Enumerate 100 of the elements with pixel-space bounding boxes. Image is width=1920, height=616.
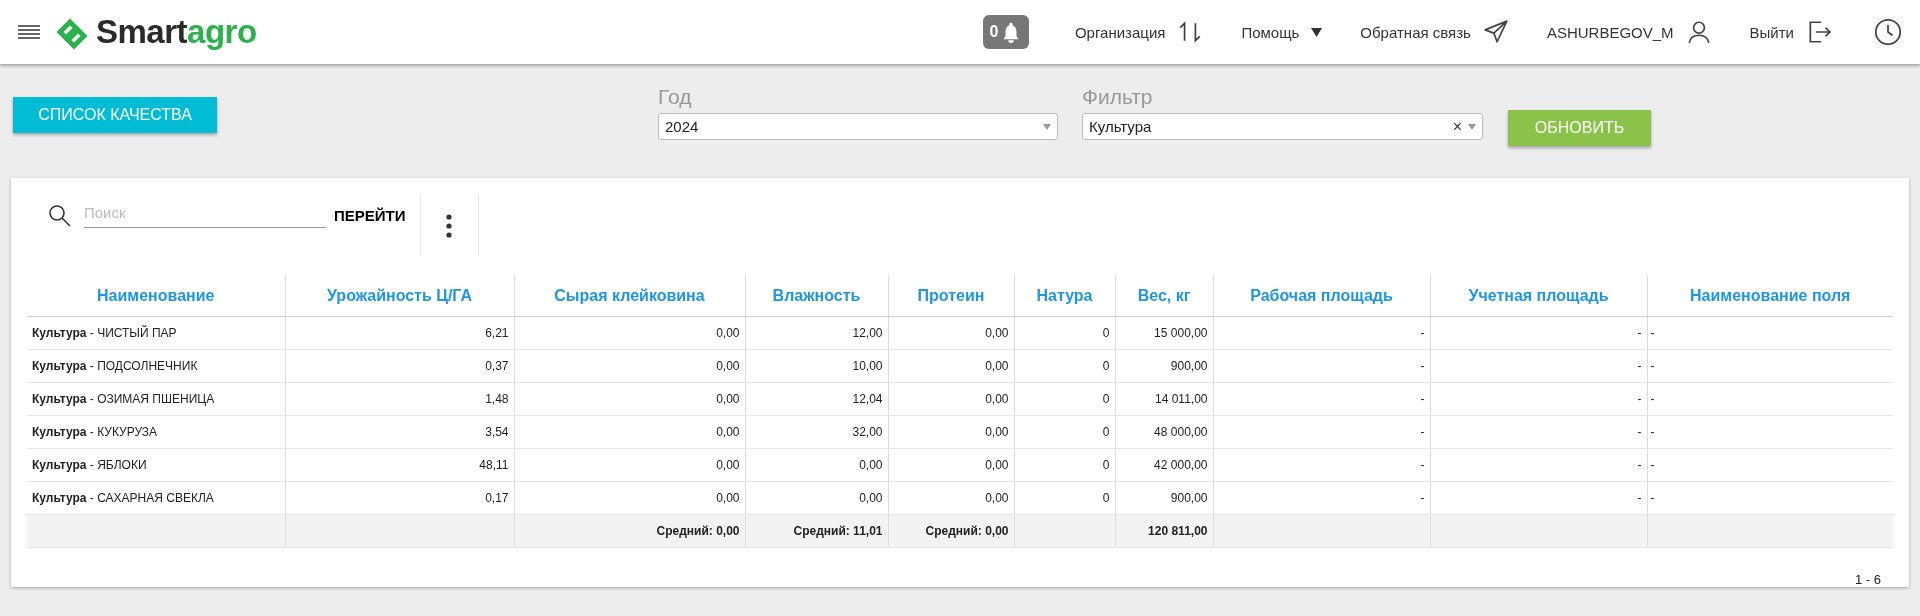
- table-cell: -: [1430, 316, 1647, 350]
- table-cell: Культура - ЯБЛОКИ: [27, 448, 285, 482]
- column-header[interactable]: Натура: [1014, 275, 1115, 317]
- field-label: Фильтр: [1082, 85, 1154, 110]
- table-cell: 1,48: [285, 382, 514, 416]
- total-cell: 120 811,00: [1115, 514, 1213, 548]
- table-cell: -: [1430, 448, 1647, 482]
- column-header[interactable]: Рабочая площадь: [1213, 275, 1430, 317]
- column-header[interactable]: Протеин: [888, 275, 1014, 317]
- table-cell: 42 000,00: [1115, 448, 1213, 482]
- table-cell: 0,00: [888, 481, 1014, 515]
- filter-select[interactable]: Культура ×: [1082, 113, 1483, 140]
- table-cell: 0,00: [745, 481, 888, 515]
- table-cell: 0,00: [888, 316, 1014, 350]
- table-cell: 0: [1014, 316, 1115, 350]
- table-cell: Культура - ОЗИМАЯ ПШЕНИЦА: [27, 382, 285, 416]
- quality-list-button[interactable]: СПИСОК КАЧЕСТВА: [13, 97, 217, 133]
- table-cell: -: [1647, 382, 1893, 416]
- table-cell: 15 000,00: [1115, 316, 1213, 350]
- exit-icon: [1806, 19, 1832, 45]
- table-cell: 0,00: [514, 448, 745, 482]
- nav-link[interactable]: Выйти: [1749, 23, 1794, 41]
- table-cell: 32,00: [745, 415, 888, 449]
- table-cell: -: [1430, 382, 1647, 416]
- table-cell: -: [1213, 316, 1430, 350]
- table-cell: -: [1647, 448, 1893, 482]
- table-cell: -: [1647, 349, 1893, 383]
- nav-link[interactable]: ASHURBEGOV_M: [1546, 23, 1674, 41]
- table-cell: Культура - ЧИСТЫЙ ПАР: [27, 316, 285, 350]
- table-cell: 12,04: [745, 382, 888, 416]
- table-cell: -: [1647, 415, 1893, 449]
- caret-icon: [1043, 123, 1051, 130]
- table-cell: -: [1213, 382, 1430, 416]
- table-cell: Культура - ПОДСОЛНЕЧНИК: [27, 349, 285, 383]
- table-cell: -: [1213, 349, 1430, 383]
- nav-link[interactable]: Помощь: [1241, 23, 1300, 41]
- pagination-range: 1 - 6: [1855, 572, 1881, 587]
- column-header[interactable]: Урожайность Ц/ГА: [285, 275, 514, 317]
- table-cell: 0,00: [888, 448, 1014, 482]
- table-cell: 0,00: [888, 349, 1014, 383]
- total-cell: Средний: 11,01: [745, 514, 888, 548]
- clear-button[interactable]: ×: [1452, 117, 1462, 136]
- table-cell: 0,00: [888, 382, 1014, 416]
- table-cell: 0,00: [514, 415, 745, 449]
- table-cell: 0,00: [514, 481, 745, 515]
- table-cell: -: [1430, 481, 1647, 515]
- table-cell: 0,17: [285, 481, 514, 515]
- table-cell: -: [1430, 415, 1647, 449]
- table-cell: 12,00: [745, 316, 888, 350]
- nav-link[interactable]: Организация: [1074, 23, 1166, 41]
- table-cell: 3,54: [285, 415, 514, 449]
- caret-icon: [1468, 123, 1476, 130]
- table-cell: 14 011,00: [1115, 382, 1213, 416]
- table-cell: 0,00: [514, 382, 745, 416]
- table-cell: -: [1647, 481, 1893, 515]
- table-cell: 0,00: [514, 316, 745, 350]
- refresh-button[interactable]: ОБНОВИТЬ: [1508, 110, 1651, 146]
- go-button[interactable]: ПЕРЕЙТИ: [334, 205, 420, 225]
- column-header[interactable]: Учетная площадь: [1430, 275, 1647, 317]
- user-icon: [1685, 19, 1712, 45]
- notifications-button[interactable]: 0: [982, 15, 1029, 49]
- search-icon: [48, 204, 72, 228]
- field-label: Год: [658, 85, 693, 110]
- table-cell: -: [1213, 415, 1430, 449]
- more-options-icon[interactable]: [445, 214, 452, 238]
- column-header[interactable]: Влажность: [745, 275, 888, 317]
- paper-plane-icon: [1482, 19, 1509, 45]
- table-cell: 0,37: [285, 349, 514, 383]
- nav-link[interactable]: Обратная связь: [1360, 23, 1471, 41]
- table-cell: 0: [1014, 382, 1115, 416]
- table-cell: 0,00: [514, 349, 745, 383]
- column-header[interactable]: Сырая клейковина: [514, 275, 745, 317]
- menu-icon[interactable]: [18, 23, 40, 41]
- total-cell: Средний: 0,00: [888, 514, 1014, 548]
- year-select[interactable]: 2024: [658, 113, 1058, 140]
- table-cell: 6,21: [285, 316, 514, 350]
- table-cell: 48,11: [285, 448, 514, 482]
- total-cell: Средний: 0,00: [514, 514, 745, 548]
- table-cell: Культура - САХАРНАЯ СВЕКЛА: [27, 481, 285, 515]
- logo-wordmark: Smartagro: [96, 13, 257, 51]
- table-cell: -: [1213, 448, 1430, 482]
- table-cell: -: [1647, 316, 1893, 350]
- table-cell: 0: [1014, 481, 1115, 515]
- table-cell: 48 000,00: [1115, 415, 1213, 449]
- table-cell: 0,00: [745, 448, 888, 482]
- table-cell: 0: [1014, 415, 1115, 449]
- caret-icon: [1311, 27, 1323, 37]
- table-cell: Культура - КУКУРУЗА: [27, 415, 285, 449]
- table-cell: 0: [1014, 448, 1115, 482]
- table-cell: 10,00: [745, 349, 888, 383]
- table-cell: 0: [1014, 349, 1115, 383]
- clock-icon[interactable]: [1874, 18, 1902, 46]
- table-cell: 0,00: [888, 415, 1014, 449]
- column-header[interactable]: Вес, кг: [1115, 275, 1213, 317]
- column-header[interactable]: Наименование: [27, 275, 285, 317]
- table-cell: 900,00: [1115, 349, 1213, 383]
- table-cell: 900,00: [1115, 481, 1213, 515]
- table-cell: -: [1213, 481, 1430, 515]
- column-header[interactable]: Наименование поля: [1647, 275, 1893, 317]
- table-cell: -: [1430, 349, 1647, 383]
